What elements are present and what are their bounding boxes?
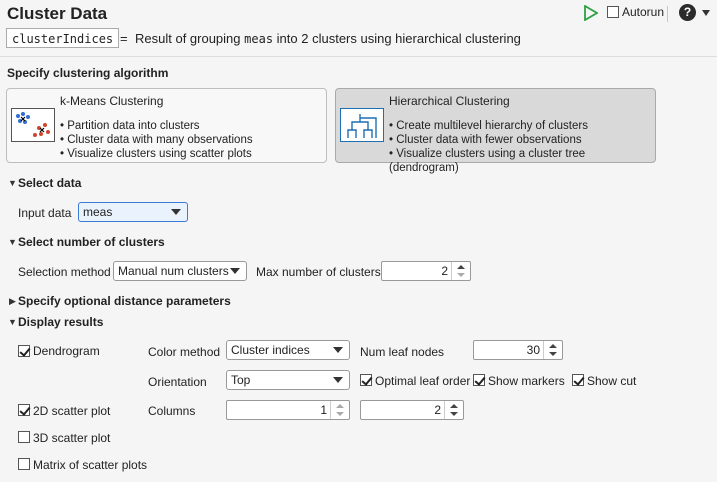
num-clusters-heading[interactable]: Select number of clusters — [18, 235, 165, 249]
color-method-label: Color method — [148, 345, 221, 359]
distance-heading[interactable]: Specify optional distance parameters — [18, 294, 231, 308]
spin-up-icon[interactable] — [336, 404, 344, 408]
equals-sign: = — [120, 31, 128, 46]
task-summary: Result of grouping meas into 2 clusters … — [135, 31, 521, 46]
spin-down-icon[interactable] — [450, 412, 458, 416]
optimal-leaf-label: Optimal leaf order — [375, 374, 471, 388]
spin-down-icon[interactable] — [549, 352, 557, 356]
kmeans-bullet: • Cluster data with many observations — [60, 134, 253, 146]
orientation-dropdown[interactable]: Top — [226, 370, 350, 390]
dendrogram-label: Dendrogram — [33, 344, 100, 358]
hierarchical-bullet: • Cluster data with fewer observations — [389, 134, 582, 146]
columns-label: Columns — [148, 404, 196, 418]
num-leaf-label: Num leaf nodes — [360, 345, 445, 359]
selection-method-label: Selection method — [18, 265, 111, 279]
show-markers-label: Show markers — [488, 374, 565, 388]
orientation-label: Orientation — [148, 375, 207, 389]
column2-value: 2 — [434, 403, 441, 417]
spinner-buttons[interactable] — [451, 262, 470, 280]
summary-suffix: into 2 clusters using hierarchical clust… — [276, 31, 521, 46]
spinner-buttons[interactable] — [543, 341, 562, 359]
hierarchical-bullet: • Visualize clusters using a cluster tre… — [389, 148, 586, 174]
column1-value: 1 — [320, 403, 327, 417]
select-data-heading[interactable]: Select data — [18, 176, 81, 190]
column2-spinner[interactable]: 2 — [360, 400, 464, 420]
algorithm-heading: Specify clustering algorithm — [7, 66, 169, 80]
show-cut-label: Show cut — [587, 374, 637, 388]
scatter2d-checkbox[interactable] — [18, 404, 30, 416]
collapse-arrow-icon[interactable]: ▼ — [8, 317, 17, 327]
page-title: Cluster Data — [7, 4, 108, 23]
collapse-arrow-icon[interactable]: ▼ — [8, 237, 17, 247]
spin-up-icon[interactable] — [457, 265, 465, 269]
run-icon[interactable] — [584, 5, 598, 21]
orientation-value: Top — [231, 373, 251, 387]
hierarchical-option-card[interactable]: Hierarchical Clustering • Create multile… — [335, 88, 656, 174]
num-leaf-value: 30 — [526, 343, 540, 357]
max-clusters-label: Max number of clusters — [256, 265, 381, 279]
collapse-arrow-icon[interactable]: ▼ — [8, 178, 17, 188]
hierarchical-title: Hierarchical Clustering — [389, 94, 510, 108]
input-data-dropdown[interactable]: meas — [78, 202, 188, 222]
spin-down-icon[interactable] — [457, 273, 465, 277]
show-cut-checkbox[interactable] — [572, 374, 584, 386]
hierarchical-bullet: • Create multilevel hierarchy of cluster… — [389, 120, 588, 132]
scatter2d-label: 2D scatter plot — [33, 404, 111, 418]
spinner-buttons[interactable] — [330, 401, 349, 419]
output-variable-field[interactable]: clusterIndices — [6, 28, 120, 48]
spin-up-icon[interactable] — [450, 404, 458, 408]
matrix-scatter-label: Matrix of scatter plots — [33, 458, 148, 472]
chevron-down-icon — [171, 209, 181, 215]
column1-spinner[interactable]: 1 — [226, 400, 350, 420]
chevron-down-icon — [333, 377, 343, 383]
help-icon[interactable]: ? — [679, 4, 696, 21]
spinner-buttons[interactable] — [444, 401, 463, 419]
toolbar-separator — [667, 6, 668, 22]
kmeans-bullet: • Partition data into clusters — [60, 120, 200, 132]
summary-code: meas — [244, 32, 274, 46]
selection-method-dropdown[interactable]: Manual num clusters — [113, 261, 247, 281]
optimal-leaf-checkbox[interactable] — [360, 374, 372, 386]
chevron-down-icon[interactable] — [701, 9, 711, 17]
show-markers-checkbox[interactable] — [473, 374, 485, 386]
scatter3d-label: 3D scatter plot — [33, 431, 111, 445]
max-clusters-spinner[interactable]: 2 — [381, 261, 471, 281]
kmeans-bullet: • Visualize clusters using scatter plots — [60, 148, 252, 160]
input-data-value: meas — [83, 205, 113, 219]
scatter3d-checkbox[interactable] — [18, 431, 30, 443]
dendrogram-icon — [340, 108, 384, 142]
autorun-checkbox[interactable] — [607, 6, 619, 18]
dendrogram-checkbox[interactable] — [18, 345, 30, 357]
selection-method-value: Manual num clusters — [118, 264, 229, 278]
summary-prefix: Result of grouping — [135, 31, 241, 46]
num-leaf-spinner[interactable]: 30 — [473, 340, 563, 360]
expand-arrow-icon[interactable]: ▶ — [9, 296, 16, 307]
input-data-label: Input data — [18, 206, 72, 220]
chevron-down-icon — [230, 268, 240, 274]
max-clusters-value: 2 — [441, 264, 448, 278]
color-method-dropdown[interactable]: Cluster indices — [226, 340, 350, 360]
display-heading[interactable]: Display results — [18, 315, 103, 329]
kmeans-option-card[interactable]: k-Means Clustering • Partition data into… — [6, 88, 327, 163]
color-method-value: Cluster indices — [231, 343, 310, 357]
matrix-scatter-checkbox[interactable] — [18, 458, 30, 470]
header-divider — [0, 56, 717, 57]
kmeans-icon — [11, 108, 55, 142]
autorun-label: Autorun — [622, 5, 665, 19]
chevron-down-icon — [333, 347, 343, 353]
spin-up-icon[interactable] — [549, 344, 557, 348]
kmeans-title: k-Means Clustering — [60, 94, 164, 108]
spin-down-icon[interactable] — [336, 412, 344, 416]
